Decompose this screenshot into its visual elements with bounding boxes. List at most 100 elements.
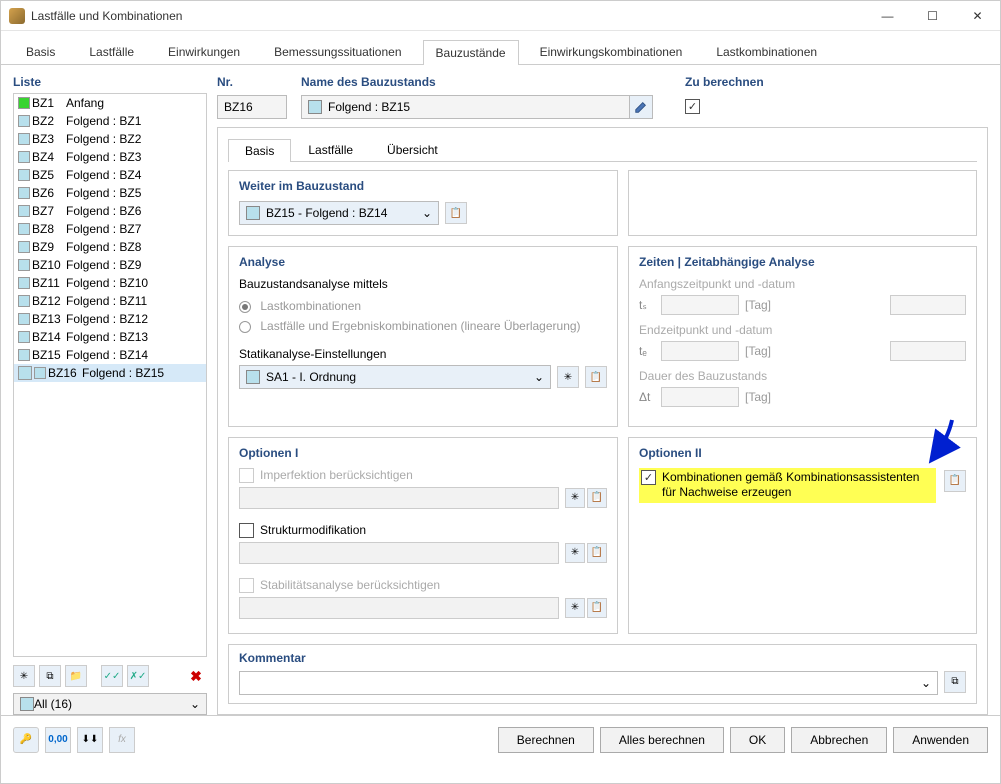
- berechnen-button[interactable]: Berechnen: [498, 727, 594, 753]
- minimize-button[interactable]: —: [865, 1, 910, 31]
- analyse-title: Analyse: [239, 255, 607, 269]
- bauzustand-list[interactable]: BZ1AnfangBZ2Folgend : BZ1BZ3Folgend : BZ…: [13, 93, 207, 657]
- list-item[interactable]: BZ10Folgend : BZ9: [14, 256, 206, 274]
- statik-new-icon[interactable]: ✳: [557, 366, 579, 388]
- anwenden-button[interactable]: Anwenden: [893, 727, 988, 753]
- kommentar-copy-icon[interactable]: ⧉: [944, 671, 966, 693]
- stab-checkbox: [239, 578, 254, 593]
- zeiten-box: Zeiten | Zeitabhängige Analyse Anfangsze…: [628, 246, 977, 426]
- units-icon[interactable]: 0,00: [45, 727, 71, 753]
- fx-icon: fx: [109, 727, 135, 753]
- sub-tab-basis[interactable]: Basis: [228, 139, 291, 162]
- sub-tabs: BasisLastfälleÜbersicht: [228, 138, 977, 162]
- anfang-label: Anfangszeitpunkt und -datum: [639, 277, 966, 291]
- statik-edit-icon[interactable]: 📋: [585, 366, 607, 388]
- weiter-edit-icon[interactable]: 📋: [445, 202, 467, 224]
- list-item[interactable]: BZ2Folgend : BZ1: [14, 112, 206, 130]
- opt1-title: Optionen I: [239, 446, 607, 460]
- list-item[interactable]: BZ12Folgend : BZ11: [14, 292, 206, 310]
- edit-name-icon[interactable]: [629, 95, 653, 119]
- new-icon[interactable]: ✳: [13, 665, 35, 687]
- arrow-annotation: [922, 418, 962, 464]
- struct-edit-icon: 📋: [587, 543, 607, 563]
- struct-input: [239, 542, 559, 564]
- ts-spinner: [661, 295, 739, 315]
- list-item[interactable]: BZ15Folgend : BZ14: [14, 346, 206, 364]
- list-item[interactable]: BZ11Folgend : BZ10: [14, 274, 206, 292]
- list-item[interactable]: BZ6Folgend : BZ5: [14, 184, 206, 202]
- zeiten-title: Zeiten | Zeitabhängige Analyse: [639, 255, 966, 269]
- name-label: Name des Bauzustands: [301, 75, 653, 89]
- close-button[interactable]: ✕: [955, 1, 1000, 31]
- folder-icon[interactable]: 📁: [65, 665, 87, 687]
- app-icon: [9, 8, 25, 24]
- stab-new-icon: ✳: [565, 598, 585, 618]
- sub-tab-übersicht[interactable]: Übersicht: [370, 138, 455, 161]
- struct-checkbox[interactable]: [239, 523, 254, 538]
- kommentar-dropdown[interactable]: ⌄: [239, 671, 938, 695]
- list-label: Liste: [13, 75, 207, 89]
- main-tab-einwirkungen[interactable]: Einwirkungen: [155, 39, 253, 64]
- maximize-button[interactable]: ☐: [910, 1, 955, 31]
- abbrechen-button[interactable]: Abbrechen: [791, 727, 887, 753]
- footer: 🔑 0,00 ⬇⬇ fx Berechnen Alles berechnen O…: [1, 715, 1000, 763]
- combo-highlight: ✓ Kombinationen gemäß Kombinationsassist…: [639, 468, 936, 503]
- list-item[interactable]: BZ4Folgend : BZ3: [14, 148, 206, 166]
- list-item[interactable]: BZ9Folgend : BZ8: [14, 238, 206, 256]
- alles-berechnen-button[interactable]: Alles berechnen: [600, 727, 724, 753]
- title-bar: Lastfälle und Kombinationen — ☐ ✕: [1, 1, 1000, 31]
- list-item[interactable]: BZ7Folgend : BZ6: [14, 202, 206, 220]
- te-date: [890, 341, 966, 361]
- dauer-label: Dauer des Bauzustands: [639, 369, 966, 383]
- list-item[interactable]: BZ14Folgend : BZ13: [14, 328, 206, 346]
- calc-checkbox[interactable]: ✓: [685, 99, 700, 114]
- nr-field[interactable]: BZ16: [217, 95, 287, 119]
- check-icon[interactable]: ✓✓: [101, 665, 123, 687]
- stab-input: [239, 597, 559, 619]
- main-tab-lastfälle[interactable]: Lastfälle: [76, 39, 147, 64]
- empty-box-1: [628, 170, 977, 236]
- list-item[interactable]: BZ13Folgend : BZ12: [14, 310, 206, 328]
- stab-edit-icon: 📋: [587, 598, 607, 618]
- name-field[interactable]: Folgend : BZ15: [301, 95, 630, 119]
- copy-icon[interactable]: ⧉: [39, 665, 61, 687]
- main-tab-lastkombinationen[interactable]: Lastkombinationen: [703, 39, 830, 64]
- imp-edit-icon: 📋: [587, 488, 607, 508]
- analyse-mittels-label: Bauzustandsanalyse mittels: [239, 277, 607, 291]
- main-tab-bemessungssituationen[interactable]: Bemessungssituationen: [261, 39, 414, 64]
- analyse-box: Analyse Bauzustandsanalyse mittels Lastk…: [228, 246, 618, 426]
- end-label: Endzeitpunkt und -datum: [639, 323, 966, 337]
- te-spinner: [661, 341, 739, 361]
- sub-tab-lastfälle[interactable]: Lastfälle: [291, 138, 370, 161]
- weiter-box: Weiter im Bauzustand BZ15 - Folgend : BZ…: [228, 170, 618, 236]
- main-tabs: Basis Lastfälle Einwirkungen Bemessungssitu…: [1, 39, 1000, 65]
- loads-icon[interactable]: ⬇⬇: [77, 727, 103, 753]
- main-tab-basis[interactable]: Basis: [13, 39, 68, 64]
- ok-button[interactable]: OK: [730, 727, 785, 753]
- window-title: Lastfälle und Kombinationen: [31, 9, 865, 23]
- nr-label: Nr.: [217, 75, 287, 89]
- delete-icon[interactable]: ✖: [185, 665, 207, 687]
- imp-input: [239, 487, 559, 509]
- main-tab-bauzustände[interactable]: Bauzustände: [423, 40, 519, 65]
- list-item[interactable]: BZ8Folgend : BZ7: [14, 220, 206, 238]
- kommentar-title: Kommentar: [239, 651, 966, 665]
- radio-lastfaelle: [239, 321, 251, 333]
- imp-new-icon: ✳: [565, 488, 585, 508]
- filter-dropdown[interactable]: All (16) ⌄: [13, 693, 207, 715]
- weiter-dropdown[interactable]: BZ15 - Folgend : BZ14 ⌄: [239, 201, 439, 225]
- list-item[interactable]: BZ5Folgend : BZ4: [14, 166, 206, 184]
- combo-edit-icon[interactable]: 📋: [944, 470, 966, 492]
- list-item[interactable]: BZ3Folgend : BZ2: [14, 130, 206, 148]
- filter-value: All (16): [34, 697, 72, 711]
- dt-spinner: [661, 387, 739, 407]
- uncheck-icon[interactable]: ✗✓: [127, 665, 149, 687]
- combo-checkbox[interactable]: ✓: [641, 470, 656, 485]
- main-tab-einwirkungskombinationen[interactable]: Einwirkungskombinationen: [527, 39, 696, 64]
- ts-date: [890, 295, 966, 315]
- imp-checkbox: [239, 468, 254, 483]
- list-item[interactable]: BZ1Anfang: [14, 94, 206, 112]
- help-icon[interactable]: 🔑: [13, 727, 39, 753]
- list-item[interactable]: BZ16Folgend : BZ15: [14, 364, 206, 382]
- statik-dropdown[interactable]: SA1 - I. Ordnung ⌄: [239, 365, 551, 389]
